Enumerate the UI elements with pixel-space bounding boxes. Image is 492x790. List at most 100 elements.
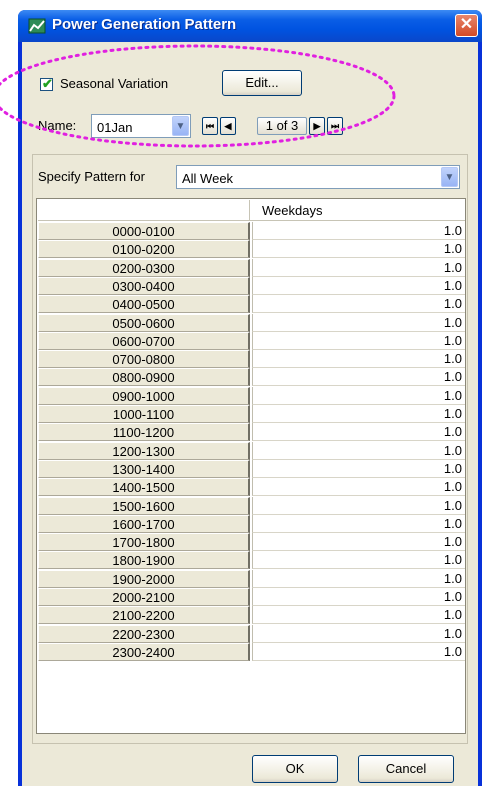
next-record-button[interactable]: ▶ bbox=[309, 117, 325, 135]
check-icon: ✔ bbox=[42, 76, 53, 91]
row-header-hour[interactable]: 1800-1900 bbox=[38, 551, 250, 570]
weekday-value-cell[interactable]: 1.0 bbox=[252, 496, 465, 515]
row-header-hour[interactable]: 1100-1200 bbox=[38, 423, 250, 442]
table-row: 2000-2100 1.0 bbox=[38, 588, 465, 606]
weekday-value-cell[interactable]: 1.0 bbox=[252, 423, 465, 442]
name-label: Name: bbox=[38, 118, 77, 133]
row-header-hour[interactable]: 1000-1100 bbox=[38, 405, 250, 423]
table-row: 1600-1700 1.0 bbox=[38, 514, 465, 533]
table-row: 0000-0100 1.0 bbox=[38, 222, 465, 240]
weekday-value-cell[interactable]: 1.0 bbox=[252, 569, 465, 588]
row-header-hour[interactable]: 0600-0700 bbox=[38, 331, 250, 350]
table-row: 2200-2300 1.0 bbox=[38, 624, 465, 643]
row-header-hour[interactable]: 0700-0800 bbox=[38, 350, 250, 369]
column-header-weekdays[interactable]: Weekdays bbox=[250, 200, 465, 221]
table-row: 0400-0500 1.0 bbox=[38, 295, 465, 314]
row-header-hour[interactable]: 0900-1000 bbox=[38, 386, 250, 405]
table-row: 1100-1200 1.0 bbox=[38, 423, 465, 442]
pattern-table: Weekdays 0000-0100 1.0 0100-0200 1.0 0200-03… bbox=[36, 198, 466, 734]
table-row: 1400-1500 1.0 bbox=[38, 478, 465, 497]
table-row: 0200-0300 1.0 bbox=[38, 258, 465, 277]
weekday-value-cell[interactable]: 1.0 bbox=[252, 313, 465, 332]
weekday-value-cell[interactable]: 1.0 bbox=[252, 624, 465, 643]
table-row: 0900-1000 1.0 bbox=[38, 386, 465, 405]
row-header-hour[interactable]: 2300-2400 bbox=[38, 642, 250, 661]
row-header-hour[interactable]: 1300-1400 bbox=[38, 459, 250, 478]
table-row: 1800-1900 1.0 bbox=[38, 551, 465, 570]
specify-pattern-label: Specify Pattern for bbox=[38, 169, 145, 184]
row-header-hour[interactable]: 1500-1600 bbox=[38, 496, 250, 515]
previous-record-button[interactable]: ◀ bbox=[220, 117, 236, 135]
close-button[interactable]: ✕ bbox=[455, 14, 478, 37]
table-row: 0100-0200 1.0 bbox=[38, 240, 465, 259]
chevron-down-icon[interactable]: ▼ bbox=[441, 167, 458, 187]
table-row: 1500-1600 1.0 bbox=[38, 496, 465, 515]
row-header-hour[interactable]: 1400-1500 bbox=[38, 478, 250, 497]
row-header-hour[interactable]: 1900-2000 bbox=[38, 569, 250, 588]
weekday-value-cell[interactable]: 1.0 bbox=[252, 276, 465, 295]
weekday-value-cell[interactable]: 1.0 bbox=[252, 642, 465, 661]
row-header-hour[interactable]: 0800-0900 bbox=[38, 368, 250, 387]
dialog-window: Power Generation Pattern ✕ ✔ Seasonal Va… bbox=[18, 10, 482, 786]
next-icon: ▶ bbox=[313, 121, 321, 131]
weekday-value-cell[interactable]: 1.0 bbox=[252, 258, 465, 277]
table-row: 1200-1300 1.0 bbox=[38, 441, 465, 460]
weekday-value-cell[interactable]: 1.0 bbox=[252, 514, 465, 533]
table-row: 2300-2400 1.0 bbox=[38, 642, 465, 661]
table-row: 0700-0800 1.0 bbox=[38, 350, 465, 369]
row-header-hour[interactable]: 0400-0500 bbox=[38, 295, 250, 314]
weekday-value-cell[interactable]: 1.0 bbox=[252, 295, 465, 314]
weekday-value-cell[interactable]: 1.0 bbox=[252, 478, 465, 497]
first-record-button[interactable]: ⏮ bbox=[202, 117, 218, 135]
last-record-button[interactable]: ⏭ bbox=[327, 117, 343, 135]
row-header-hour[interactable]: 1700-1800 bbox=[38, 533, 250, 552]
row-header-hour[interactable]: 0200-0300 bbox=[38, 258, 250, 277]
seasonal-variation-label: Seasonal Variation bbox=[60, 76, 169, 91]
specify-pattern-dropdown[interactable]: All Week ▼ bbox=[176, 165, 460, 189]
weekday-value-cell[interactable]: 1.0 bbox=[252, 386, 465, 405]
last-icon: ⏭ bbox=[330, 121, 340, 131]
title-bar[interactable]: Power Generation Pattern ✕ bbox=[18, 10, 482, 42]
row-header-hour[interactable]: 0300-0400 bbox=[38, 276, 250, 295]
table-row: 2100-2200 1.0 bbox=[38, 606, 465, 625]
row-header-hour[interactable]: 2100-2200 bbox=[38, 606, 250, 625]
table-row: 0500-0600 1.0 bbox=[38, 313, 465, 332]
row-header-hour[interactable]: 2200-2300 bbox=[38, 624, 250, 643]
weekday-value-cell[interactable]: 1.0 bbox=[252, 240, 465, 259]
table-corner-header bbox=[38, 200, 250, 221]
weekday-value-cell[interactable]: 1.0 bbox=[252, 405, 465, 423]
seasonal-variation-checkbox[interactable]: ✔ bbox=[40, 76, 53, 91]
table-row: 1000-1100 1.0 bbox=[38, 405, 465, 423]
chevron-down-icon[interactable]: ▼ bbox=[172, 116, 189, 136]
row-header-hour[interactable]: 1600-1700 bbox=[38, 514, 250, 533]
table-row: 1700-1800 1.0 bbox=[38, 533, 465, 552]
ok-button[interactable]: OK bbox=[252, 755, 338, 783]
weekday-value-cell[interactable]: 1.0 bbox=[252, 222, 465, 240]
edit-button[interactable]: Edit... bbox=[222, 70, 302, 96]
weekday-value-cell[interactable]: 1.0 bbox=[252, 459, 465, 478]
row-header-hour[interactable]: 0100-0200 bbox=[38, 240, 250, 259]
weekday-value-cell[interactable]: 1.0 bbox=[252, 441, 465, 460]
weekday-value-cell[interactable]: 1.0 bbox=[252, 533, 465, 552]
close-icon: ✕ bbox=[459, 16, 474, 33]
page-indicator: 1 of 3 bbox=[257, 117, 307, 135]
app-icon bbox=[28, 18, 46, 34]
table-row: 1300-1400 1.0 bbox=[38, 459, 465, 478]
specify-pattern-value: All Week bbox=[182, 171, 234, 186]
cancel-button[interactable]: Cancel bbox=[358, 755, 454, 783]
weekday-value-cell[interactable]: 1.0 bbox=[252, 551, 465, 570]
weekday-value-cell[interactable]: 1.0 bbox=[252, 588, 465, 606]
first-icon: ⏮ bbox=[205, 121, 215, 131]
name-value: 01Jan bbox=[97, 120, 133, 135]
row-header-hour[interactable]: 0000-0100 bbox=[38, 222, 250, 240]
weekday-value-cell[interactable]: 1.0 bbox=[252, 368, 465, 387]
table-row: 0300-0400 1.0 bbox=[38, 276, 465, 295]
weekday-value-cell[interactable]: 1.0 bbox=[252, 606, 465, 625]
row-header-hour[interactable]: 2000-2100 bbox=[38, 588, 250, 606]
row-header-hour[interactable]: 0500-0600 bbox=[38, 313, 250, 332]
weekday-value-cell[interactable]: 1.0 bbox=[252, 350, 465, 369]
name-dropdown[interactable]: 01Jan ▼ bbox=[91, 114, 191, 138]
table-row: 0600-0700 1.0 bbox=[38, 331, 465, 350]
row-header-hour[interactable]: 1200-1300 bbox=[38, 441, 250, 460]
weekday-value-cell[interactable]: 1.0 bbox=[252, 331, 465, 350]
